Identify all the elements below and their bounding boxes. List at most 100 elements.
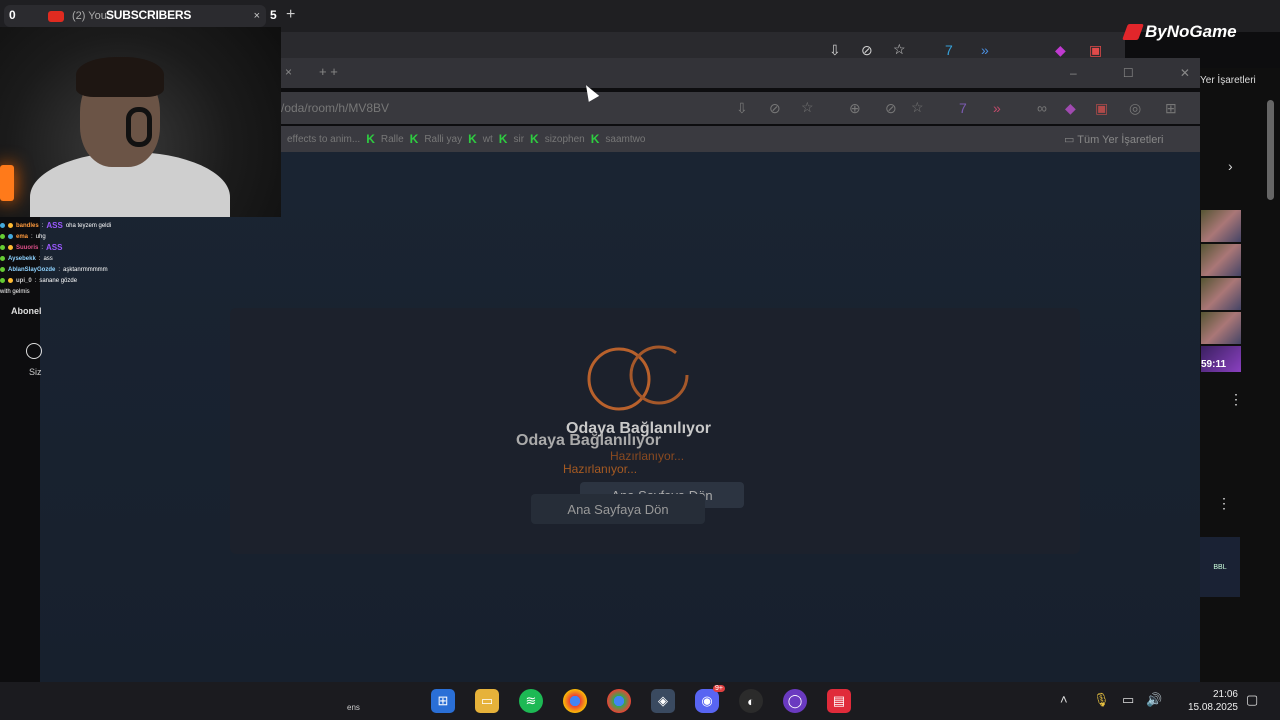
chat-message: with gelmis — [0, 286, 200, 297]
scrollbar[interactable] — [1267, 100, 1274, 200]
chat-text: ass — [43, 255, 53, 262]
badge-icon — [0, 234, 5, 239]
all-bookmarks-link[interactable]: ▭ Tüm Yer İşaretleri — [1064, 133, 1163, 146]
bookmark-item[interactable]: effects to anim... — [287, 134, 360, 145]
spotify-icon[interactable]: ≋ — [519, 689, 543, 713]
chat-text: aşktanrmmmmm — [63, 266, 108, 273]
hide-eye-icon[interactable]: ⊘ — [861, 42, 873, 59]
chat-user: Suuoris — [16, 244, 39, 251]
account-icon[interactable] — [26, 343, 42, 359]
chat-message: upi_0: sanane gözde — [0, 275, 200, 286]
bookmark-item[interactable]: saamtwo — [605, 134, 645, 145]
chat-user: Aysebekk — [8, 255, 36, 262]
bynogame-mark-icon — [1122, 24, 1144, 40]
inner-install-icon[interactable]: ⇩ — [736, 100, 748, 117]
game-thumbnail[interactable]: BBL — [1200, 537, 1240, 597]
bookmark-star-icon[interactable]: ☆ — [893, 41, 906, 58]
streamer-hair — [76, 57, 164, 97]
extension-red-icon[interactable]: ▣ — [1089, 42, 1102, 59]
clock[interactable]: 21:06 15.08.2025 — [1174, 688, 1238, 714]
inner-ext-star-icon[interactable]: ☆ — [911, 99, 924, 116]
inner-ext-icon-3[interactable]: 7 — [959, 100, 967, 116]
badge-icon — [0, 245, 5, 250]
inner-ext-icon-1[interactable]: ⊕ — [849, 100, 861, 117]
close-tab-icon[interactable]: × — [254, 10, 260, 22]
taskbar-label: ens — [347, 703, 360, 712]
app-icon[interactable]: ◈ — [651, 689, 675, 713]
close-window-button[interactable]: ✕ — [1180, 66, 1190, 80]
window-controls: – ☐ ✕ — [1070, 66, 1190, 80]
lamp-light — [0, 165, 14, 201]
address-bar[interactable]: /oda/room/h/MV8BV — [281, 101, 389, 115]
app-purple-icon[interactable]: ◯ — [783, 689, 807, 713]
obs-icon[interactable]: ◐ — [739, 689, 763, 713]
new-tab-button[interactable]: + — [286, 6, 295, 24]
video-duration: 59:11 — [1201, 359, 1227, 370]
chrome-icon[interactable] — [563, 689, 587, 713]
bynogame-logo: ByNoGame — [1122, 18, 1280, 46]
inner-ext-icon-2[interactable]: ⊘ — [885, 100, 897, 117]
stream-thumbnail[interactable] — [1201, 244, 1241, 276]
inner-star-icon[interactable]: ☆ — [801, 99, 814, 116]
subscriber-count-right: 5 — [270, 8, 277, 22]
preparing-text: Hazırlanıyor... — [610, 449, 685, 463]
extension-audio-icon[interactable]: » — [981, 42, 989, 58]
chrome-active-icon[interactable] — [607, 689, 631, 713]
home-button-ghost[interactable]: Ana Sayfaya Dön — [531, 494, 705, 524]
stream-thumbnail[interactable] — [1201, 210, 1241, 242]
inner-new-tab-button[interactable]: + + — [319, 64, 338, 79]
chat-user: ema — [16, 233, 29, 240]
inner-close-tab-icon[interactable]: × — [285, 65, 292, 79]
bookmark-item[interactable]: Ralle — [381, 134, 404, 145]
inner-eye-icon[interactable]: ⊘ — [769, 100, 781, 117]
chat-user: AblanSlayGozde — [8, 266, 56, 273]
display-icon[interactable]: ▭ — [1122, 692, 1134, 708]
right-bookmarks-label[interactable]: Yer İşaretleri — [1200, 75, 1256, 86]
chat-emote: ASS — [46, 243, 63, 252]
inner-ext-icon-5[interactable]: ∞ — [1037, 100, 1047, 116]
stream-thumbnail[interactable] — [1201, 312, 1241, 344]
badge-icon — [8, 278, 13, 283]
discord-icon[interactable]: 9+ ◉ — [695, 685, 725, 713]
chat-message: Suuoris: ASS — [0, 242, 200, 253]
install-app-icon[interactable]: ⇩ — [829, 42, 841, 59]
headphones — [126, 107, 152, 147]
connecting-title-ghost: Odaya Bağlanılıyor — [516, 432, 661, 449]
inner-ext-icon-4[interactable]: » — [993, 100, 1001, 116]
subscriptions-nav-label[interactable]: Abonel — [11, 306, 42, 316]
bookmark-item[interactable]: sir — [513, 134, 524, 145]
you-nav-label[interactable]: Siz — [29, 367, 42, 377]
more-options-icon[interactable]: ⋮ — [1217, 495, 1231, 512]
inner-ext-icon-6[interactable]: ◆ — [1065, 100, 1076, 117]
file-explorer-icon[interactable]: ▭ — [475, 689, 499, 713]
inner-puzzle-icon[interactable]: ⊞ — [1165, 100, 1177, 117]
stream-thumbnail[interactable] — [1201, 278, 1241, 310]
more-options-icon[interactable]: ⋮ — [1229, 391, 1243, 408]
microphone-icon[interactable]: 🎙 — [1093, 692, 1110, 708]
maximize-button[interactable]: ☐ — [1123, 66, 1134, 80]
chat-user: upi_0 — [16, 277, 32, 284]
minimize-button[interactable]: – — [1070, 66, 1077, 80]
chat-message: AblanSlayGozde: aşktanrmmmmm — [0, 264, 200, 275]
inner-ext-icon-8[interactable]: ◎ — [1129, 100, 1141, 117]
youtube-icon — [48, 10, 64, 22]
bookmarks-bar: effects to anim... K Ralle K Ralli yay K… — [281, 126, 1200, 152]
bookmark-item[interactable]: wt — [483, 134, 493, 145]
inner-toolbar: ⇩ ⊘ ☆ ⊕ ⊘ ☆ 7 » ∞ ◆ ▣ ◎ ⊞ — [281, 92, 1200, 124]
clock-time: 21:06 — [1212, 689, 1238, 700]
chat-message: bandles: ASS oha teyzem geldi — [0, 220, 200, 231]
inner-ext-icon-7[interactable]: ▣ — [1095, 100, 1108, 117]
bookmark-item[interactable]: Ralli yay — [424, 134, 462, 145]
kick-icon: K — [498, 132, 508, 146]
extension-purple-icon[interactable]: ◆ — [1055, 42, 1066, 59]
extension-7tv-icon[interactable]: 7 — [945, 42, 953, 58]
kick-icon: K — [409, 132, 419, 146]
chevron-right-icon[interactable]: › — [1228, 158, 1233, 174]
notification-icon[interactable]: ▢ — [1246, 692, 1258, 708]
bynogame-logo-text: ByNoGame — [1145, 22, 1237, 41]
chevron-up-icon[interactable]: ˄ — [1060, 692, 1068, 707]
app-red-icon[interactable]: ▤ — [827, 689, 851, 713]
speaker-icon[interactable]: 🔊 — [1146, 692, 1162, 708]
bookmark-item[interactable]: sizophen — [545, 134, 585, 145]
windows-start-icon[interactable]: ⊞ — [431, 689, 455, 713]
